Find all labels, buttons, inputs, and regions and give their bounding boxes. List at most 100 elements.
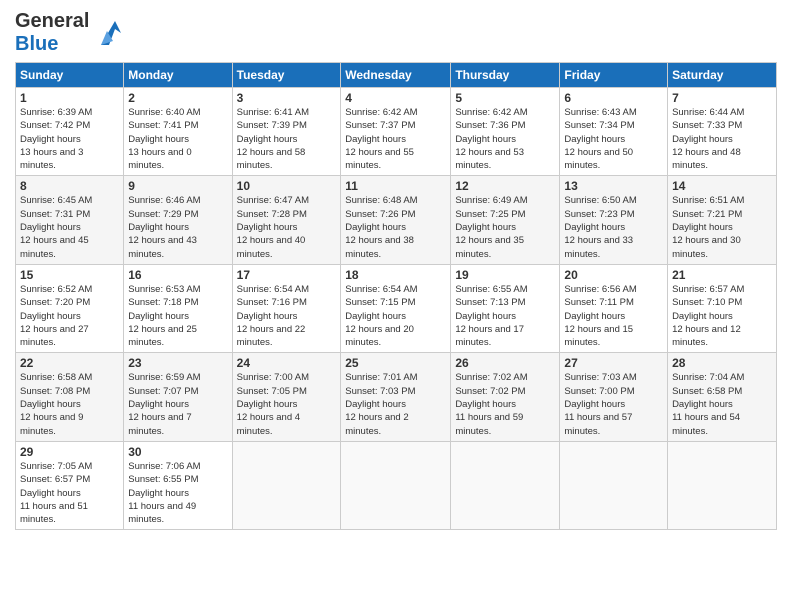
day-number: 20	[564, 268, 663, 282]
day-number: 19	[455, 268, 555, 282]
table-row: 29 Sunrise: 7:05 AM Sunset: 6:57 PM Dayl…	[16, 441, 124, 529]
day-number: 25	[345, 356, 446, 370]
col-tuesday: Tuesday	[232, 63, 341, 88]
day-info: Sunrise: 7:06 AM Sunset: 6:55 PM Dayligh…	[128, 460, 227, 526]
col-wednesday: Wednesday	[341, 63, 451, 88]
day-number: 28	[672, 356, 772, 370]
day-info: Sunrise: 6:47 AM Sunset: 7:28 PM Dayligh…	[237, 194, 337, 260]
table-row: 20 Sunrise: 6:56 AM Sunset: 7:11 PM Dayl…	[560, 264, 668, 352]
day-info: Sunrise: 6:54 AM Sunset: 7:15 PM Dayligh…	[345, 283, 446, 349]
day-number: 12	[455, 179, 555, 193]
day-number: 18	[345, 268, 446, 282]
day-number: 8	[20, 179, 119, 193]
day-number: 14	[672, 179, 772, 193]
day-info: Sunrise: 6:56 AM Sunset: 7:11 PM Dayligh…	[564, 283, 663, 349]
calendar-header-row: Sunday Monday Tuesday Wednesday Thursday…	[16, 63, 777, 88]
logo-icon	[93, 17, 123, 47]
table-row: 26 Sunrise: 7:02 AM Sunset: 7:02 PM Dayl…	[451, 353, 560, 441]
day-number: 4	[345, 91, 446, 105]
day-number: 26	[455, 356, 555, 370]
calendar-week-row: 15 Sunrise: 6:52 AM Sunset: 7:20 PM Dayl…	[16, 264, 777, 352]
day-info: Sunrise: 6:59 AM Sunset: 7:07 PM Dayligh…	[128, 371, 227, 437]
day-number: 27	[564, 356, 663, 370]
day-number: 21	[672, 268, 772, 282]
day-number: 23	[128, 356, 227, 370]
calendar-week-row: 29 Sunrise: 7:05 AM Sunset: 6:57 PM Dayl…	[16, 441, 777, 529]
table-row: 23 Sunrise: 6:59 AM Sunset: 7:07 PM Dayl…	[124, 353, 232, 441]
day-info: Sunrise: 7:03 AM Sunset: 7:00 PM Dayligh…	[564, 371, 663, 437]
day-info: Sunrise: 6:43 AM Sunset: 7:34 PM Dayligh…	[564, 106, 663, 172]
table-row: 9 Sunrise: 6:46 AM Sunset: 7:29 PM Dayli…	[124, 176, 232, 264]
day-info: Sunrise: 6:49 AM Sunset: 7:25 PM Dayligh…	[455, 194, 555, 260]
page: General Blue Sunday	[0, 0, 792, 612]
day-number: 7	[672, 91, 772, 105]
table-row: 24 Sunrise: 7:00 AM Sunset: 7:05 PM Dayl…	[232, 353, 341, 441]
day-info: Sunrise: 6:45 AM Sunset: 7:31 PM Dayligh…	[20, 194, 119, 260]
table-row	[668, 441, 777, 529]
table-row: 27 Sunrise: 7:03 AM Sunset: 7:00 PM Dayl…	[560, 353, 668, 441]
table-row: 13 Sunrise: 6:50 AM Sunset: 7:23 PM Dayl…	[560, 176, 668, 264]
day-number: 16	[128, 268, 227, 282]
table-row: 8 Sunrise: 6:45 AM Sunset: 7:31 PM Dayli…	[16, 176, 124, 264]
day-number: 24	[237, 356, 337, 370]
day-info: Sunrise: 6:46 AM Sunset: 7:29 PM Dayligh…	[128, 194, 227, 260]
day-number: 30	[128, 445, 227, 459]
logo-blue-text: Blue	[15, 33, 58, 55]
day-number: 2	[128, 91, 227, 105]
header: General Blue	[15, 10, 777, 56]
table-row: 2 Sunrise: 6:40 AM Sunset: 7:41 PM Dayli…	[124, 88, 232, 176]
day-info: Sunrise: 7:05 AM Sunset: 6:57 PM Dayligh…	[20, 460, 119, 526]
table-row: 21 Sunrise: 6:57 AM Sunset: 7:10 PM Dayl…	[668, 264, 777, 352]
day-info: Sunrise: 7:01 AM Sunset: 7:03 PM Dayligh…	[345, 371, 446, 437]
day-info: Sunrise: 6:58 AM Sunset: 7:08 PM Dayligh…	[20, 371, 119, 437]
col-sunday: Sunday	[16, 63, 124, 88]
day-info: Sunrise: 6:54 AM Sunset: 7:16 PM Dayligh…	[237, 283, 337, 349]
table-row: 3 Sunrise: 6:41 AM Sunset: 7:39 PM Dayli…	[232, 88, 341, 176]
day-info: Sunrise: 7:02 AM Sunset: 7:02 PM Dayligh…	[455, 371, 555, 437]
table-row: 10 Sunrise: 6:47 AM Sunset: 7:28 PM Dayl…	[232, 176, 341, 264]
table-row: 16 Sunrise: 6:53 AM Sunset: 7:18 PM Dayl…	[124, 264, 232, 352]
table-row: 25 Sunrise: 7:01 AM Sunset: 7:03 PM Dayl…	[341, 353, 451, 441]
col-friday: Friday	[560, 63, 668, 88]
day-number: 6	[564, 91, 663, 105]
day-info: Sunrise: 6:57 AM Sunset: 7:10 PM Dayligh…	[672, 283, 772, 349]
table-row: 30 Sunrise: 7:06 AM Sunset: 6:55 PM Dayl…	[124, 441, 232, 529]
table-row: 5 Sunrise: 6:42 AM Sunset: 7:36 PM Dayli…	[451, 88, 560, 176]
day-info: Sunrise: 6:50 AM Sunset: 7:23 PM Dayligh…	[564, 194, 663, 260]
calendar-table: Sunday Monday Tuesday Wednesday Thursday…	[15, 62, 777, 530]
calendar-week-row: 1 Sunrise: 6:39 AM Sunset: 7:42 PM Dayli…	[16, 88, 777, 176]
day-number: 10	[237, 179, 337, 193]
day-info: Sunrise: 6:39 AM Sunset: 7:42 PM Dayligh…	[20, 106, 119, 172]
calendar-week-row: 22 Sunrise: 6:58 AM Sunset: 7:08 PM Dayl…	[16, 353, 777, 441]
day-number: 15	[20, 268, 119, 282]
table-row: 12 Sunrise: 6:49 AM Sunset: 7:25 PM Dayl…	[451, 176, 560, 264]
table-row	[232, 441, 341, 529]
day-info: Sunrise: 6:40 AM Sunset: 7:41 PM Dayligh…	[128, 106, 227, 172]
col-thursday: Thursday	[451, 63, 560, 88]
table-row: 7 Sunrise: 6:44 AM Sunset: 7:33 PM Dayli…	[668, 88, 777, 176]
day-info: Sunrise: 7:04 AM Sunset: 6:58 PM Dayligh…	[672, 371, 772, 437]
table-row: 15 Sunrise: 6:52 AM Sunset: 7:20 PM Dayl…	[16, 264, 124, 352]
day-number: 11	[345, 179, 446, 193]
table-row: 4 Sunrise: 6:42 AM Sunset: 7:37 PM Dayli…	[341, 88, 451, 176]
day-number: 5	[455, 91, 555, 105]
table-row	[341, 441, 451, 529]
table-row: 28 Sunrise: 7:04 AM Sunset: 6:58 PM Dayl…	[668, 353, 777, 441]
col-saturday: Saturday	[668, 63, 777, 88]
logo-general-text: General	[15, 10, 89, 32]
table-row: 17 Sunrise: 6:54 AM Sunset: 7:16 PM Dayl…	[232, 264, 341, 352]
day-info: Sunrise: 6:42 AM Sunset: 7:36 PM Dayligh…	[455, 106, 555, 172]
day-number: 1	[20, 91, 119, 105]
day-info: Sunrise: 6:41 AM Sunset: 7:39 PM Dayligh…	[237, 106, 337, 172]
table-row	[451, 441, 560, 529]
day-number: 29	[20, 445, 119, 459]
day-number: 3	[237, 91, 337, 105]
day-number: 22	[20, 356, 119, 370]
day-info: Sunrise: 6:53 AM Sunset: 7:18 PM Dayligh…	[128, 283, 227, 349]
table-row: 18 Sunrise: 6:54 AM Sunset: 7:15 PM Dayl…	[341, 264, 451, 352]
table-row: 14 Sunrise: 6:51 AM Sunset: 7:21 PM Dayl…	[668, 176, 777, 264]
table-row: 11 Sunrise: 6:48 AM Sunset: 7:26 PM Dayl…	[341, 176, 451, 264]
day-info: Sunrise: 6:52 AM Sunset: 7:20 PM Dayligh…	[20, 283, 119, 349]
table-row: 22 Sunrise: 6:58 AM Sunset: 7:08 PM Dayl…	[16, 353, 124, 441]
day-info: Sunrise: 6:44 AM Sunset: 7:33 PM Dayligh…	[672, 106, 772, 172]
